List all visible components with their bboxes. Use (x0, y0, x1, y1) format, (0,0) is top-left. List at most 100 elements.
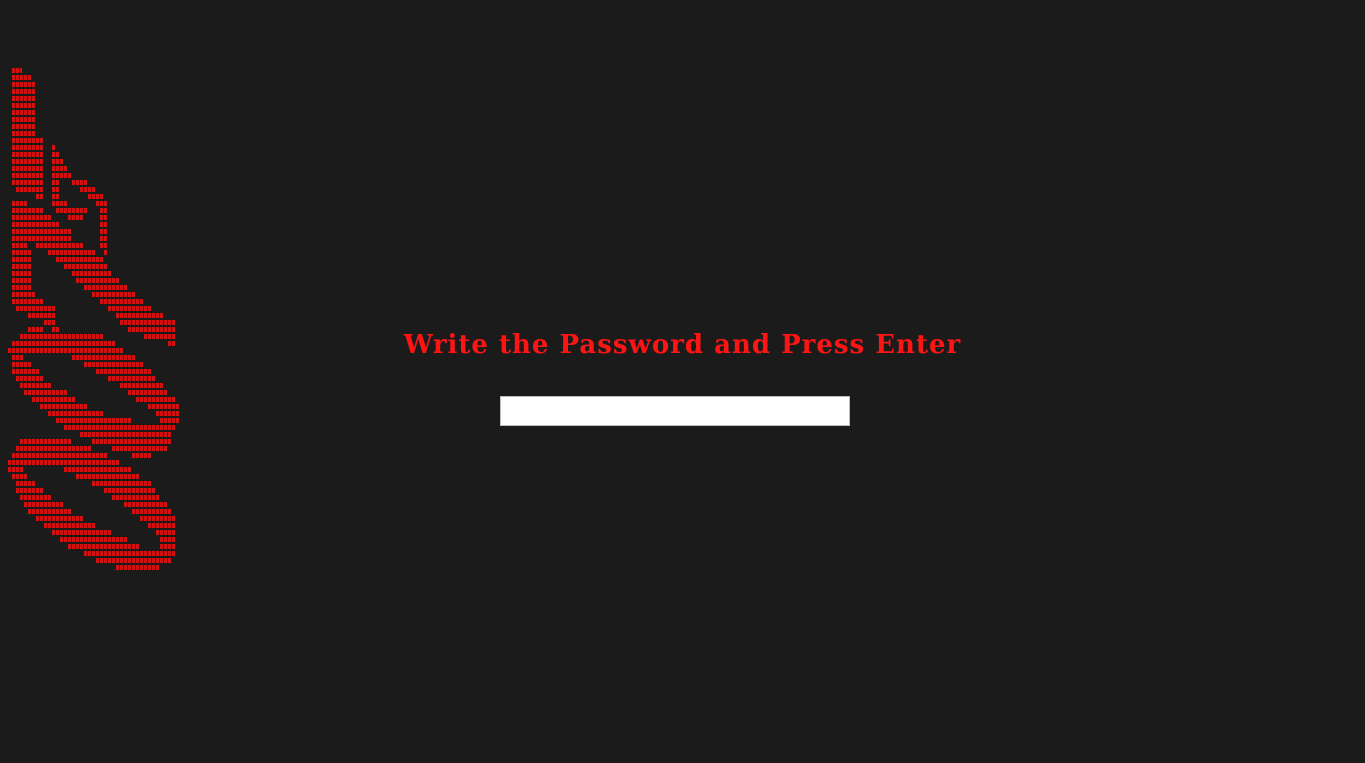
art-stroke (104, 250, 108, 257)
art-stroke (72, 180, 88, 187)
art-stroke (160, 544, 176, 551)
art-stroke (24, 502, 64, 509)
art-stroke (16, 488, 44, 495)
art-stroke (68, 215, 84, 222)
art-stroke (12, 110, 36, 117)
password-input[interactable] (500, 396, 850, 426)
art-stroke (100, 208, 108, 215)
art-stroke (108, 306, 152, 313)
art-stroke (56, 208, 88, 215)
art-stroke (160, 418, 180, 425)
art-stroke (36, 516, 84, 523)
art-stroke (60, 537, 128, 544)
art-stroke (52, 201, 68, 208)
art-stroke (64, 467, 132, 474)
art-stroke (12, 250, 32, 257)
art-stroke (100, 222, 108, 229)
art-stroke (12, 278, 32, 285)
art-stroke (36, 243, 84, 250)
page-title: Write the Password and Press Enter (403, 330, 962, 360)
art-stroke (108, 376, 156, 383)
art-stroke (156, 530, 176, 537)
art-stroke (132, 509, 172, 516)
art-stroke (12, 215, 52, 222)
art-stroke (84, 362, 144, 369)
art-stroke (12, 103, 36, 110)
art-stroke (12, 173, 44, 180)
art-stroke (12, 285, 32, 292)
art-stroke (12, 222, 60, 229)
art-stroke (16, 306, 56, 313)
art-stroke (16, 376, 44, 383)
art-stroke (12, 145, 44, 152)
art-stroke (12, 201, 28, 208)
art-stroke (12, 68, 22, 75)
art-stroke (88, 194, 104, 201)
art-stroke (8, 460, 120, 467)
art-stroke (100, 229, 108, 236)
art-stroke (12, 166, 44, 173)
art-stroke (12, 124, 36, 131)
art-stroke (28, 313, 56, 320)
art-stroke (52, 152, 60, 159)
art-stroke (12, 257, 32, 264)
art-stroke (100, 299, 144, 306)
art-stroke (48, 250, 96, 257)
art-stroke (92, 481, 152, 488)
art-stroke (128, 390, 168, 397)
art-stroke (12, 299, 44, 306)
art-stroke (12, 271, 32, 278)
art-stroke (100, 215, 108, 222)
art-stroke (12, 75, 32, 82)
art-stroke (12, 474, 28, 481)
art-stroke (12, 180, 44, 187)
art-stroke (20, 495, 52, 502)
art-stroke (92, 292, 136, 299)
art-stroke (112, 495, 160, 502)
art-stroke (44, 523, 96, 530)
art-stroke (16, 187, 44, 194)
art-stroke (12, 82, 36, 89)
art-stroke (12, 292, 36, 299)
art-stroke (12, 362, 32, 369)
art-stroke (120, 320, 176, 327)
art-stroke (84, 551, 176, 558)
art-stroke (12, 96, 36, 103)
art-stroke (52, 180, 60, 187)
art-stroke (96, 201, 108, 208)
art-stroke (148, 523, 176, 530)
art-stroke (44, 320, 56, 327)
art-stroke (12, 131, 36, 138)
art-stroke (116, 565, 160, 572)
art-stroke (28, 509, 72, 516)
art-stroke (104, 488, 156, 495)
art-stroke (100, 243, 108, 250)
art-stroke (12, 89, 36, 96)
art-stroke (120, 383, 164, 390)
art-stroke (12, 236, 72, 243)
art-stroke (52, 187, 60, 194)
art-stroke (64, 264, 108, 271)
art-stroke (64, 425, 176, 432)
art-stroke (8, 467, 24, 474)
art-stroke (112, 446, 168, 453)
art-stroke (80, 432, 172, 439)
art-stroke (12, 369, 40, 376)
art-stroke (12, 152, 44, 159)
art-stroke (48, 411, 104, 418)
art-stroke (16, 446, 92, 453)
art-stroke (76, 474, 140, 481)
art-stroke (52, 145, 56, 152)
art-stroke (12, 208, 44, 215)
password-screen: Write the Password and Press Enter (0, 0, 1365, 763)
art-stroke (140, 516, 176, 523)
art-stroke (12, 264, 32, 271)
art-stroke (116, 313, 164, 320)
art-stroke (52, 166, 68, 173)
art-stroke (36, 194, 44, 201)
art-stroke (16, 481, 36, 488)
art-stroke (12, 138, 44, 145)
art-stroke (56, 257, 104, 264)
art-stroke (92, 439, 172, 446)
art-stroke (68, 544, 140, 551)
